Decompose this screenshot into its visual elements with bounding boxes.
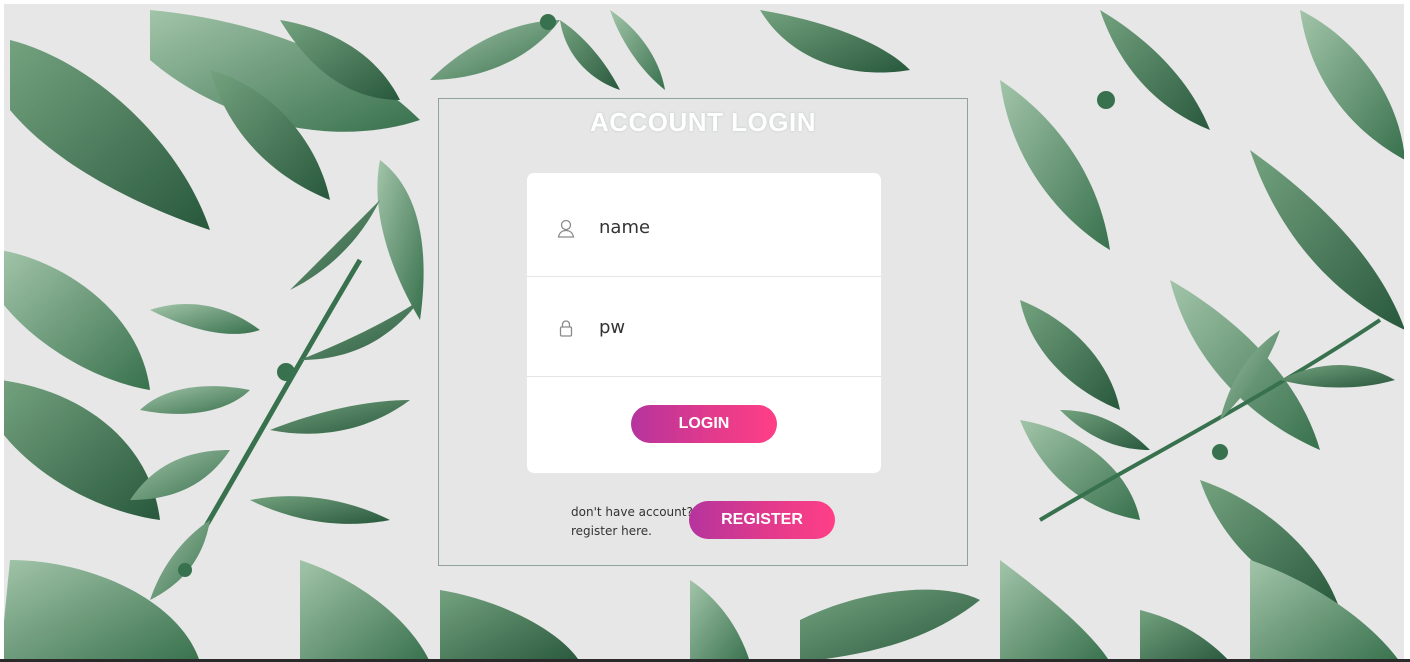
top-frame-border	[0, 0, 1410, 4]
lock-icon	[559, 320, 573, 337]
user-icon	[557, 219, 575, 238]
page-title: ACCOUNT LOGIN	[589, 107, 817, 137]
login-card: name pw LOGIN	[527, 173, 881, 473]
login-panel: ACCOUNT LOGIN name pw LOGIN don't have a…	[438, 98, 968, 566]
left-frame-border	[0, 0, 4, 662]
right-frame-border	[1404, 0, 1410, 662]
login-button[interactable]: LOGIN	[631, 405, 777, 443]
register-button[interactable]: REGISTER	[689, 501, 835, 539]
password-field[interactable]: pw	[527, 277, 881, 377]
password-value: pw	[599, 317, 626, 338]
username-field[interactable]: name	[527, 177, 881, 277]
username-value: name	[599, 217, 651, 238]
